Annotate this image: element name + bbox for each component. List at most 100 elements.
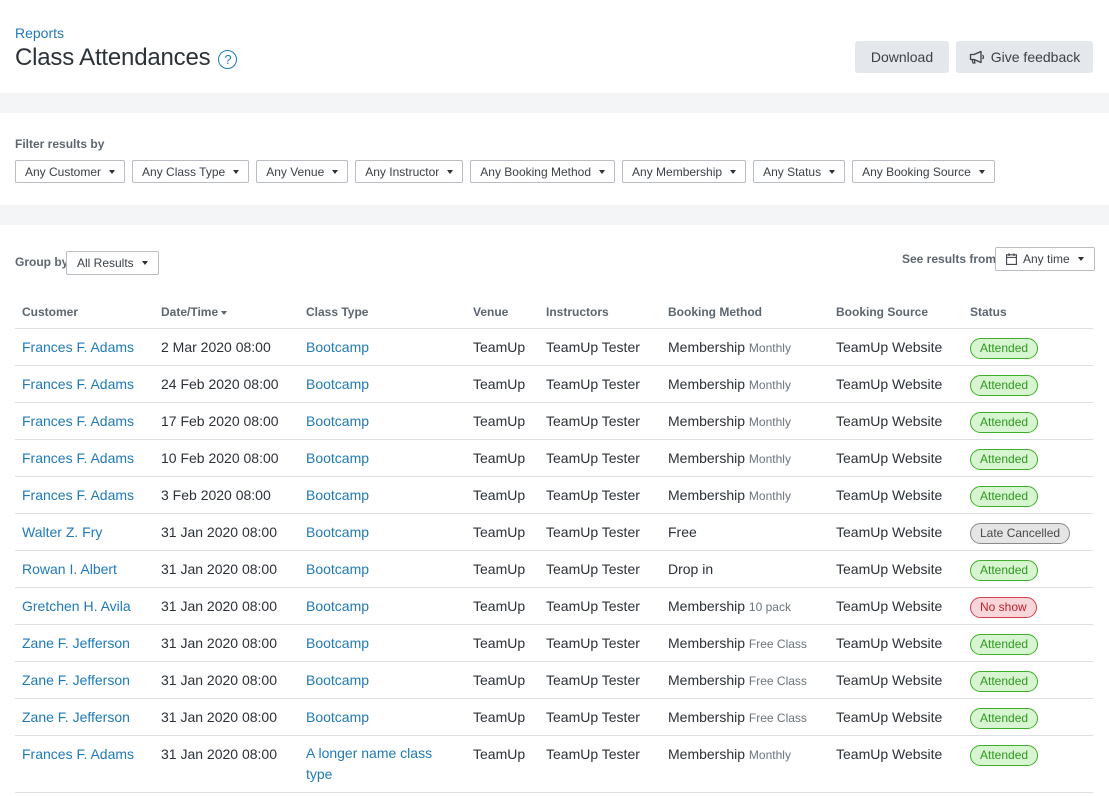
cell-date-time: 31 Jan 2020 08:00 (154, 698, 299, 736)
give-feedback-label: Give feedback (990, 49, 1081, 65)
column-header-booking-method[interactable]: Booking Method (661, 297, 829, 329)
status-badge: Attended (970, 707, 1039, 729)
results-panel: Group by All Results See results from An… (0, 225, 1109, 796)
customer-link[interactable]: Frances F. Adams (22, 413, 134, 429)
customer-link[interactable]: Frances F. Adams (22, 487, 134, 503)
cell-status: Attended (963, 735, 1093, 793)
cell-booking-source: TeamUp Website (829, 550, 963, 588)
table-header-row: Customer Date/Time Class Type Venue Inst… (15, 297, 1093, 329)
class-type-link[interactable]: Bootcamp (306, 598, 369, 614)
class-type-link[interactable]: A longer name class type (306, 745, 432, 782)
customer-link[interactable]: Zane F. Jefferson (22, 709, 130, 725)
status-badge: Late Cancelled (970, 522, 1071, 544)
column-header-date-time[interactable]: Date/Time (154, 297, 299, 329)
filter-label: Filter results by (15, 137, 105, 151)
filter-instructor-dropdown[interactable]: Any Instructor (355, 160, 464, 183)
cell-class-type: Bootcamp (299, 513, 466, 551)
give-feedback-button[interactable]: Give feedback (956, 41, 1093, 73)
customer-link[interactable]: Frances F. Adams (22, 376, 134, 392)
class-type-link[interactable]: Bootcamp (306, 524, 369, 540)
cell-date-time: 2 Mar 2020 08:00 (154, 328, 299, 366)
booking-method: Membership (668, 745, 746, 762)
customer-link[interactable]: Zane F. Jefferson (22, 635, 130, 651)
column-header-customer[interactable]: Customer (15, 297, 154, 329)
column-header-class-type[interactable]: Class Type (299, 297, 466, 329)
cell-booking-method: Drop in (661, 550, 829, 588)
cell-date-time: 31 Jan 2020 08:00 (154, 735, 299, 793)
cell-booking-method: Membership Monthly (661, 365, 829, 403)
cell-venue: TeamUp (466, 735, 539, 793)
time-range-value: Any time (1023, 252, 1070, 266)
class-type-link[interactable]: Bootcamp (306, 561, 369, 577)
breadcrumb-reports[interactable]: Reports (15, 25, 64, 41)
booking-method-detail: Monthly (748, 488, 791, 503)
cell-class-type: Bootcamp (299, 587, 466, 625)
class-type-link[interactable]: Bootcamp (306, 487, 369, 503)
table-row: Frances F. Adams 2 Mar 2020 08:00 Bootcamp… (15, 328, 1093, 366)
cell-instructors: TeamUp Tester (539, 698, 661, 736)
filter-membership-dropdown[interactable]: Any Membership (622, 160, 747, 183)
calendar-icon (1006, 253, 1017, 265)
cell-class-type: Bootcamp (299, 402, 466, 440)
booking-method: Membership (668, 671, 746, 688)
class-type-link[interactable]: Bootcamp (306, 339, 369, 355)
cell-customer: Zane F. Jefferson (15, 661, 154, 699)
cell-customer: Frances F. Adams (15, 402, 154, 440)
cell-status: Attended (963, 624, 1093, 662)
caret-down-icon (1077, 257, 1084, 261)
cell-status: Attended (963, 550, 1093, 588)
cell-venue: TeamUp (466, 365, 539, 403)
column-header-venue[interactable]: Venue (466, 297, 539, 329)
customer-link[interactable]: Frances F. Adams (22, 339, 134, 355)
cell-instructors: TeamUp Tester (539, 365, 661, 403)
filter-venue-dropdown[interactable]: Any Venue (256, 160, 349, 183)
filter-status-dropdown[interactable]: Any Status (753, 160, 846, 183)
customer-link[interactable]: Frances F. Adams (22, 450, 134, 466)
cell-date-time: 31 Jan 2020 08:00 (154, 513, 299, 551)
download-button-label: Download (870, 49, 934, 65)
cell-status: Late Cancelled (963, 513, 1093, 551)
customer-link[interactable]: Frances F. Adams (22, 746, 134, 762)
booking-method-detail: 10 pack (748, 599, 791, 614)
class-type-link[interactable]: Bootcamp (306, 635, 369, 651)
cell-class-type: Bootcamp (299, 476, 466, 514)
class-type-link[interactable]: Bootcamp (306, 709, 369, 725)
class-type-link[interactable]: Bootcamp (306, 376, 369, 392)
cell-class-type: A longer name class type (299, 735, 466, 793)
cell-customer: Frances F. Adams (15, 439, 154, 477)
customer-link[interactable]: Zane F. Jefferson (22, 672, 130, 688)
column-header-booking-source[interactable]: Booking Source (829, 297, 963, 329)
dropdown-label: Any Booking Source (862, 164, 971, 179)
cell-class-type: Bootcamp (299, 698, 466, 736)
help-icon[interactable]: ? (218, 49, 238, 69)
page-title: Class Attendances ? (15, 44, 238, 72)
cell-booking-source: TeamUp Website (829, 476, 963, 514)
cell-booking-method: Membership Free Class (661, 624, 829, 662)
customer-link[interactable]: Gretchen H. Avila (22, 598, 131, 614)
cell-booking-source: TeamUp Website (829, 513, 963, 551)
cell-customer: Frances F. Adams (15, 476, 154, 514)
class-type-link[interactable]: Bootcamp (306, 450, 369, 466)
time-range-dropdown[interactable]: Any time (995, 247, 1095, 271)
filter-booking-method-dropdown[interactable]: Any Booking Method (470, 160, 616, 183)
see-results-from-label: See results from (902, 252, 997, 266)
cell-venue: TeamUp (466, 587, 539, 625)
column-header-instructors[interactable]: Instructors (539, 297, 661, 329)
column-header-status[interactable]: Status (963, 297, 1093, 329)
cell-booking-method: Membership Monthly (661, 402, 829, 440)
filter-booking-source-dropdown[interactable]: Any Booking Source (852, 160, 995, 183)
cell-status: No show (963, 587, 1093, 625)
booking-method: Drop in (668, 560, 714, 577)
class-type-link[interactable]: Bootcamp (306, 672, 369, 688)
filter-class-type-dropdown[interactable]: Any Class Type (132, 160, 250, 183)
download-button[interactable]: Download (855, 41, 949, 73)
group-by-dropdown[interactable]: All Results (66, 251, 159, 275)
filter-customer-dropdown[interactable]: Any Customer (15, 160, 126, 183)
class-type-link[interactable]: Bootcamp (306, 413, 369, 429)
dropdown-label: Any Status (763, 164, 822, 179)
cell-instructors: TeamUp Tester (539, 550, 661, 588)
cell-booking-method: Membership Monthly (661, 439, 829, 477)
table-row: Frances F. Adams 24 Feb 2020 08:00 Bootcam… (15, 365, 1093, 403)
customer-link[interactable]: Rowan I. Albert (22, 561, 117, 577)
customer-link[interactable]: Walter Z. Fry (22, 524, 102, 540)
